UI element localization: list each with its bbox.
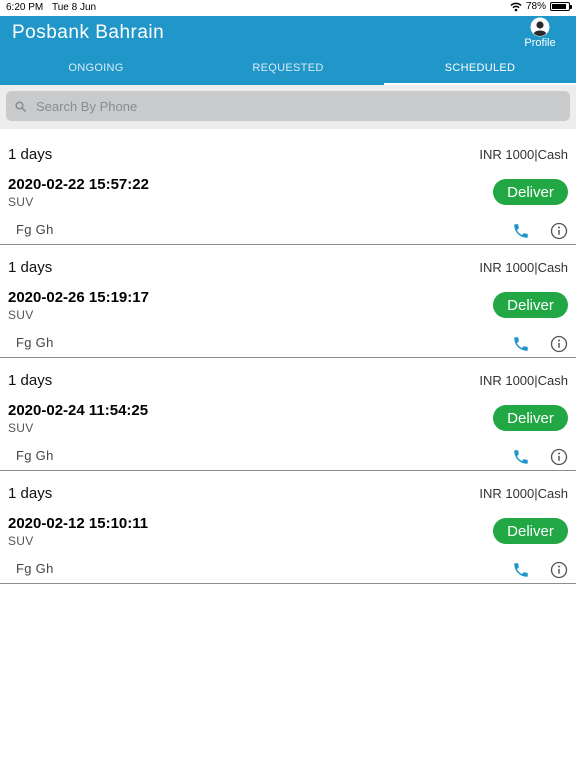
phone-icon[interactable] [512,335,530,353]
ride-datetime: 2020-02-26 15:19:17 [8,289,149,306]
ride-card: 1 days INR 1000|Cash 2020-02-24 11:54:25… [0,358,576,471]
ride-datetime: 2020-02-12 15:10:11 [8,515,149,532]
search-bar-container [0,85,576,129]
ride-customer-name: Fg Gh [16,561,54,576]
app-header: Posbank Bahrain Profile ONGOING REQUESTE… [0,16,576,85]
avatar-icon [530,17,550,37]
phone-icon[interactable] [512,222,530,240]
search-input[interactable] [34,97,538,115]
ride-days: 1 days [8,146,53,163]
info-icon[interactable] [550,448,568,466]
ride-vehicle: SUV [8,421,34,435]
ride-datetime: 2020-02-22 15:57:22 [8,176,149,193]
ride-card: 1 days INR 1000|Cash 2020-02-12 15:10:11… [0,471,576,584]
info-icon[interactable] [550,561,568,579]
ride-customer-name: Fg Gh [16,448,54,463]
search-icon [15,100,26,112]
ride-days: 1 days [8,485,53,502]
deliver-button[interactable]: Deliver [493,518,568,544]
info-icon[interactable] [550,335,568,353]
ride-days: 1 days [8,372,53,389]
tab-scheduled[interactable]: SCHEDULED [384,59,576,85]
deliver-button[interactable]: Deliver [493,179,568,205]
ride-fare: INR 1000|Cash [479,486,568,501]
ride-datetime: 2020-02-24 11:54:25 [8,402,149,419]
search-bar [6,91,570,121]
ride-fare: INR 1000|Cash [479,373,568,388]
info-icon[interactable] [550,222,568,240]
wifi-icon [510,2,522,11]
ride-vehicle: SUV [8,195,34,209]
status-date: Tue 8 Jun [52,2,97,13]
profile-button[interactable]: Profile [520,17,560,49]
deliver-button[interactable]: Deliver [493,292,568,318]
ride-list: 1 days INR 1000|Cash 2020-02-22 15:57:22… [0,132,576,584]
ride-fare: INR 1000|Cash [479,260,568,275]
ride-card: 1 days INR 1000|Cash 2020-02-26 15:19:17… [0,245,576,358]
ride-customer-name: Fg Gh [16,222,54,237]
ride-fare: INR 1000|Cash [479,147,568,162]
profile-label: Profile [524,37,556,49]
phone-icon[interactable] [512,448,530,466]
battery-icon [550,2,572,11]
phone-icon[interactable] [512,561,530,579]
status-bar: 6:20 PM Tue 8 Jun 78% [0,0,576,16]
ride-days: 1 days [8,259,53,276]
ride-vehicle: SUV [8,534,34,548]
tab-ongoing[interactable]: ONGOING [0,59,192,85]
ride-card: 1 days INR 1000|Cash 2020-02-22 15:57:22… [0,132,576,245]
app-title: Posbank Bahrain [12,22,165,43]
status-time: 6:20 PM [6,2,44,13]
deliver-button[interactable]: Deliver [493,405,568,431]
ride-vehicle: SUV [8,308,34,322]
battery-percent: 78% [525,1,546,12]
ride-customer-name: Fg Gh [16,335,54,350]
tab-bar: ONGOING REQUESTED SCHEDULED [0,59,576,85]
tab-requested[interactable]: REQUESTED [192,59,384,85]
status-right: 78% [510,1,572,12]
